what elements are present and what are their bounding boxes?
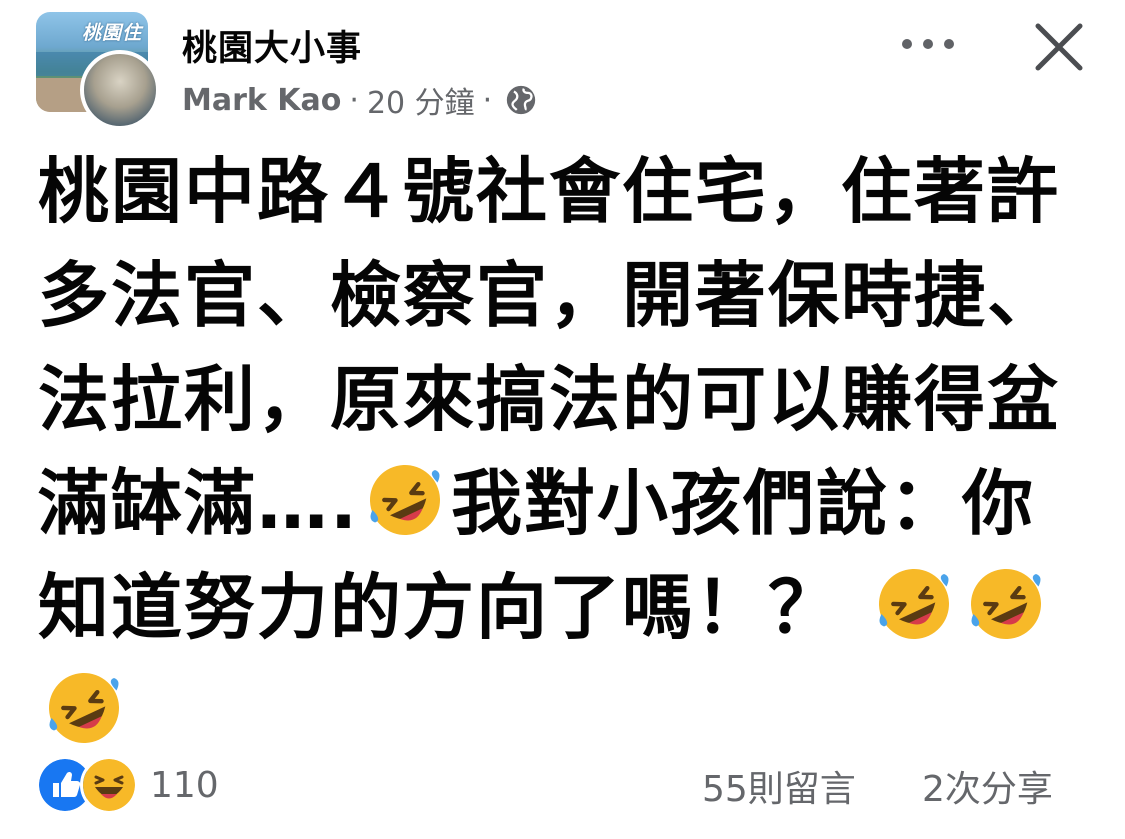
meta-separator: · [482,82,493,118]
rolling-laughing-emoji-icon [970,569,1041,639]
user-avatar[interactable] [80,50,160,130]
avatar-group[interactable]: 桃園住 [36,12,162,130]
haha-reaction-icon [80,756,138,814]
rolling-laughing-emoji-icon [878,569,949,639]
page-avatar-label: 桃園住 [82,22,143,44]
page-name[interactable]: 桃園大小事 [182,20,362,71]
post-body: 桃園中路４號社會住宅，住著許多法官、檢察官，開著保時捷、法拉利，原來搞法的可以賺… [38,140,1098,764]
meta-separator: · [349,82,359,118]
post-footer: 110 55則留言 2次分享 [0,744,1125,824]
reaction-summary[interactable]: 110 [36,756,219,814]
globe-icon [507,85,536,115]
close-icon[interactable] [1030,18,1088,76]
more-options-icon[interactable] [896,22,960,66]
reaction-count: 110 [150,764,219,806]
post-time[interactable]: 20 分鐘 [367,78,475,122]
comments-count-link[interactable]: 55則留言 [702,760,856,812]
rolling-laughing-emoji-icon [369,465,440,535]
author-name[interactable]: Mark Kao [182,83,341,118]
post-header: 桃園住 桃園大小事 Mark Kao · 20 分鐘 · [0,0,1125,130]
shares-count-link[interactable]: 2次分享 [922,760,1053,812]
post-meta: Mark Kao · 20 分鐘 · [182,78,538,122]
rolling-laughing-emoji-icon [49,673,119,743]
